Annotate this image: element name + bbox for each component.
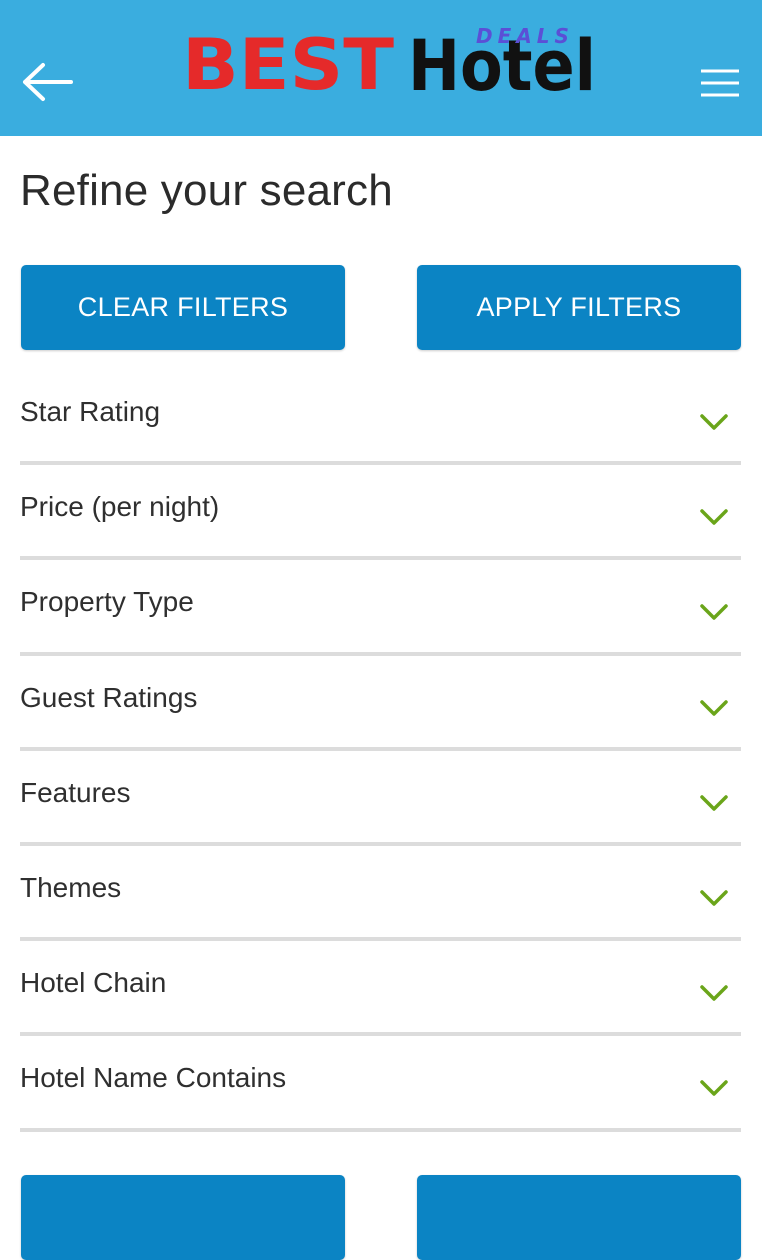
apply-filters-button[interactable]: APPLY FILTERS: [417, 265, 741, 350]
apply-filters-button-bottom[interactable]: [417, 1175, 741, 1260]
filter-star-rating[interactable]: Star Rating: [20, 370, 741, 466]
filter-label: Hotel Name Contains: [20, 1062, 287, 1094]
filter-hotel-name[interactable]: Hotel Name Contains: [20, 1036, 741, 1132]
filter-label: Price (per night): [20, 491, 220, 523]
best-hotel-deals-logo: BEST Hotel DEALS: [182, 24, 596, 102]
logo-deals-text: DEALS: [476, 24, 574, 48]
filter-label: Themes: [20, 871, 122, 903]
filter-themes[interactable]: Themes: [20, 846, 741, 942]
filter-label: Property Type: [20, 586, 194, 618]
filter-label: Star Rating: [20, 396, 161, 427]
filter-property-type[interactable]: Property Type: [20, 560, 741, 656]
filter-hotel-chain[interactable]: Hotel Chain: [20, 941, 741, 1037]
filter-price[interactable]: Price (per night): [20, 465, 741, 561]
chevron-down-icon: [700, 414, 728, 430]
filter-label: Hotel Chain: [20, 967, 167, 999]
chevron-down-icon: [700, 699, 728, 716]
hamburger-menu-icon: [701, 69, 739, 97]
chevron-down-icon: [700, 985, 728, 1001]
chevron-down-icon: [700, 890, 728, 906]
clear-filters-button-bottom[interactable]: [21, 1175, 345, 1260]
filter-guest-ratings[interactable]: Guest Ratings: [20, 656, 741, 751]
chevron-down-icon: [700, 509, 728, 525]
filter-list: Star Rating Price (per night) Property T…: [20, 370, 741, 1132]
page-title: Refine your search: [20, 166, 393, 215]
arrow-left-icon: [23, 63, 73, 101]
chevron-down-icon: [700, 1080, 728, 1097]
filter-label: Guest Ratings: [20, 681, 198, 713]
menu-button[interactable]: [690, 58, 750, 108]
logo-best-text: BEST: [182, 24, 394, 102]
clear-filters-button[interactable]: CLEAR FILTERS: [21, 265, 345, 350]
back-button[interactable]: [18, 54, 78, 110]
chevron-down-icon: [700, 604, 728, 621]
chevron-down-icon: [700, 795, 728, 811]
app-header: BEST Hotel DEALS: [0, 0, 762, 136]
filter-features[interactable]: Features: [20, 751, 741, 846]
filter-label: Features: [20, 776, 131, 808]
